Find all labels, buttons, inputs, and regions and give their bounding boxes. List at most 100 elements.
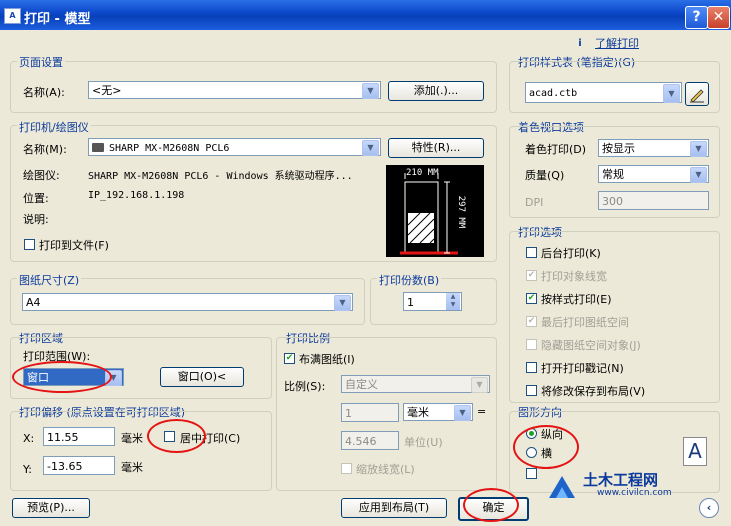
hide-paperspace-label: 隐藏图纸空间对象(J) <box>541 339 641 352</box>
paper-size-legend: 图纸尺寸(Z) <box>17 272 82 288</box>
quality-value: 常规 <box>602 168 624 181</box>
page-setup-name-value: <无> <box>92 84 122 97</box>
scale-unit-combo[interactable]: 毫米 ▼ <box>403 403 473 421</box>
plot-style-combo[interactable]: acad.ctb ▼ <box>525 82 682 103</box>
preview-button[interactable]: 预览(P)... <box>12 498 90 518</box>
scale-unit-value: 毫米 <box>407 406 429 419</box>
offset-y-input[interactable]: -13.65 <box>43 456 115 475</box>
print-range-combo[interactable]: 窗口 ▼ <box>23 368 124 386</box>
edit-plot-style-button[interactable] <box>685 82 709 106</box>
shade-plot-value: 按显示 <box>602 142 635 155</box>
chevron-left-icon: ‹ <box>706 501 712 514</box>
app-icon: A <box>4 8 21 24</box>
scale-lineweight-checkbox[interactable] <box>341 463 352 474</box>
plotter-value: SHARP MX-M2608N PCL6 - Windows 系统驱动程序... <box>88 171 353 182</box>
landscape-radio[interactable] <box>526 447 537 458</box>
window-select-button[interactable]: 窗口(O)< <box>160 367 244 387</box>
orientation-preview: A <box>683 437 707 466</box>
hide-paperspace-checkbox[interactable] <box>526 339 537 350</box>
watermark-url: www.civilcn.com <box>597 488 672 498</box>
chevron-down-icon[interactable]: ▼ <box>690 167 707 183</box>
orientation-letter: A <box>688 439 702 463</box>
chevron-down-icon[interactable]: ▼ <box>471 377 488 393</box>
window-title: 打印 - 模型 <box>24 12 91 27</box>
plot-lineweights-checkbox[interactable]: ✔ <box>526 270 537 281</box>
location-value: IP_192.168.1.198 <box>88 190 185 201</box>
chevron-down-icon[interactable]: ▼ <box>105 370 122 386</box>
print-range-value: 窗口 <box>27 371 49 384</box>
save-to-layout-label: 将修改保存到布局(V) <box>541 385 646 398</box>
close-icon[interactable]: ✕ <box>707 6 730 29</box>
paperspace-last-checkbox[interactable]: ✔ <box>526 316 537 327</box>
plotter-label: 绘图仪: <box>23 169 60 182</box>
print-to-file-label: 打印到文件(F) <box>39 239 109 252</box>
scale-label: 比例(S): <box>284 380 326 393</box>
save-to-layout-checkbox[interactable] <box>526 385 537 396</box>
chevron-down-icon[interactable]: ▼ <box>334 295 351 311</box>
plot-with-styles-checkbox[interactable]: ✔ <box>526 293 537 304</box>
offset-y-unit: 毫米 <box>121 461 143 474</box>
plot-lineweights-label: 打印对象线宽 <box>541 270 607 283</box>
chevron-down-icon[interactable]: ▼ <box>663 84 680 103</box>
fit-to-paper-label: 布满图纸(I) <box>299 353 355 366</box>
plot-style-value: acad.ctb <box>529 88 578 99</box>
scale-value2-input[interactable]: 4.546 <box>341 431 399 450</box>
help-icon[interactable]: ? <box>685 6 708 29</box>
pen-icon <box>690 89 704 103</box>
chevron-down-icon[interactable]: ▼ <box>454 405 471 421</box>
page-setup-name-combo[interactable]: <无> ▼ <box>88 81 381 99</box>
shade-plot-combo[interactable]: 按显示 ▼ <box>598 139 709 157</box>
printer-name-label: 名称(M): <box>23 143 67 156</box>
chevron-down-icon[interactable]: ▼ <box>690 141 707 157</box>
printer-name-combo[interactable]: SHARP MX-M2608N PCL6 ▼ <box>88 138 381 156</box>
portrait-label: 纵向 <box>541 428 563 441</box>
center-plot-label: 居中打印(C) <box>180 432 241 445</box>
paper-size-value: A4 <box>26 296 41 309</box>
apply-to-layout-button[interactable]: 应用到布局(T) <box>341 498 447 518</box>
preview-height-label: 297 MM <box>456 195 466 229</box>
page-setup-legend: 页面设置 <box>17 54 65 70</box>
upside-down-checkbox[interactable] <box>526 468 537 479</box>
paper-preview: 210 MM 297 MM <box>386 165 484 257</box>
location-label: 位置: <box>23 192 49 205</box>
printer-icon <box>92 143 104 152</box>
print-to-file-checkbox[interactable] <box>24 239 35 250</box>
landscape-label: 横 <box>541 447 552 460</box>
background-plot-checkbox[interactable] <box>526 247 537 258</box>
quality-combo[interactable]: 常规 ▼ <box>598 165 709 183</box>
printer-legend: 打印机/绘图仪 <box>17 119 91 135</box>
add-page-setup-button[interactable]: 添加(.)... <box>388 81 484 101</box>
learn-print-link[interactable]: 了解打印 <box>595 35 639 51</box>
background-plot-label: 后台打印(K) <box>541 247 601 260</box>
paper-size-combo[interactable]: A4 ▼ <box>22 293 353 311</box>
printer-properties-button[interactable]: 特性(R)... <box>388 138 484 158</box>
scale-unit2-label: 单位(U) <box>404 436 443 449</box>
quality-label: 质量(Q) <box>525 169 565 182</box>
info-icon: i <box>578 38 582 49</box>
printer-name-value: SHARP MX-M2608N PCL6 <box>109 143 230 154</box>
plot-stamp-checkbox[interactable] <box>526 362 537 373</box>
print-range-label: 打印范围(W): <box>23 350 91 363</box>
watermark-brand: 土木工程网 <box>583 471 659 489</box>
portrait-radio[interactable] <box>526 428 537 439</box>
more-options-button[interactable]: ‹ <box>699 498 719 518</box>
plot-stamp-label: 打开打印戳记(N) <box>541 362 624 375</box>
shade-plot-label: 着色打印(D) <box>525 143 587 156</box>
page-setup-name-label: 名称(A): <box>23 86 65 99</box>
radio-dot <box>529 431 534 436</box>
dpi-input[interactable]: 300 <box>598 191 709 210</box>
description-label: 说明: <box>23 213 49 226</box>
offset-x-input[interactable]: 11.55 <box>43 427 115 446</box>
center-plot-checkbox[interactable] <box>164 431 175 442</box>
fit-to-paper-checkbox[interactable]: ✔ <box>284 353 295 364</box>
offset-x-label: X: <box>23 432 35 445</box>
scale-value1-input[interactable]: 1 <box>341 403 399 422</box>
chevron-down-icon[interactable]: ▼ <box>362 83 379 99</box>
copies-legend: 打印份数(B) <box>377 272 442 288</box>
scale-equals: = <box>477 405 487 418</box>
watermark-logo-icon <box>545 470 579 504</box>
ok-button[interactable]: 确定 <box>458 497 529 521</box>
scale-combo[interactable]: 自定义 ▼ <box>341 375 490 393</box>
chevron-down-icon[interactable]: ▼ <box>362 140 379 156</box>
copies-spinner[interactable]: ▲ ▼ <box>446 293 460 310</box>
